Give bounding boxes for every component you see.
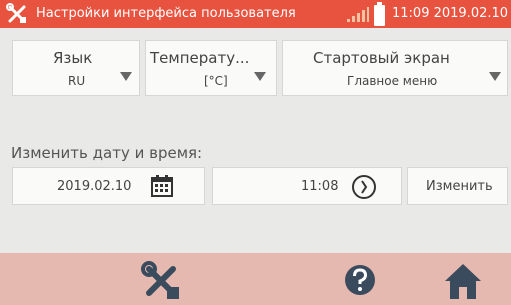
start-screen-dropdown[interactable]: Стартовый экран Главное меню bbox=[282, 40, 508, 96]
time-field[interactable]: 11:08 bbox=[212, 167, 402, 205]
signal-icon bbox=[347, 7, 369, 22]
language-label: Язык bbox=[53, 49, 93, 67]
language-dropdown[interactable]: Язык RU bbox=[12, 40, 140, 96]
clock-display: 11:09 2019.02.10 bbox=[392, 6, 509, 21]
window-title: Настройки интерфейса пользователя bbox=[36, 6, 296, 21]
language-value: RU bbox=[68, 74, 86, 88]
bottom-navigation-bar bbox=[0, 253, 511, 305]
change-button[interactable]: Изменить bbox=[407, 167, 508, 205]
temperature-value: [°C] bbox=[204, 74, 228, 88]
start-screen-value: Главное меню bbox=[347, 74, 438, 88]
calendar-icon bbox=[151, 175, 173, 197]
tools-icon bbox=[141, 261, 179, 299]
datetime-section-label: Изменить дату и время: bbox=[11, 144, 203, 162]
tools-icon bbox=[6, 3, 26, 23]
home-tab[interactable] bbox=[433, 253, 493, 305]
tools-tab[interactable] bbox=[120, 253, 205, 305]
home-icon bbox=[445, 264, 481, 299]
time-value: 11:08 bbox=[301, 179, 339, 194]
start-screen-label: Стартовый экран bbox=[313, 49, 450, 67]
change-button-label: Изменить bbox=[426, 179, 493, 194]
help-tab[interactable] bbox=[335, 253, 385, 305]
clock-icon bbox=[352, 175, 376, 199]
date-value: 2019.02.10 bbox=[57, 179, 132, 194]
temperature-label: Температу... bbox=[150, 49, 250, 67]
chevron-down-icon bbox=[120, 72, 132, 81]
battery-icon bbox=[374, 2, 385, 26]
help-icon bbox=[345, 265, 375, 295]
temperature-dropdown[interactable]: Температу... [°C] bbox=[145, 40, 277, 96]
chevron-down-icon bbox=[489, 72, 501, 81]
chevron-down-icon bbox=[254, 72, 266, 81]
title-bar: Настройки интерфейса пользователя 11:09 … bbox=[0, 0, 511, 28]
date-field[interactable]: 2019.02.10 bbox=[12, 167, 205, 205]
